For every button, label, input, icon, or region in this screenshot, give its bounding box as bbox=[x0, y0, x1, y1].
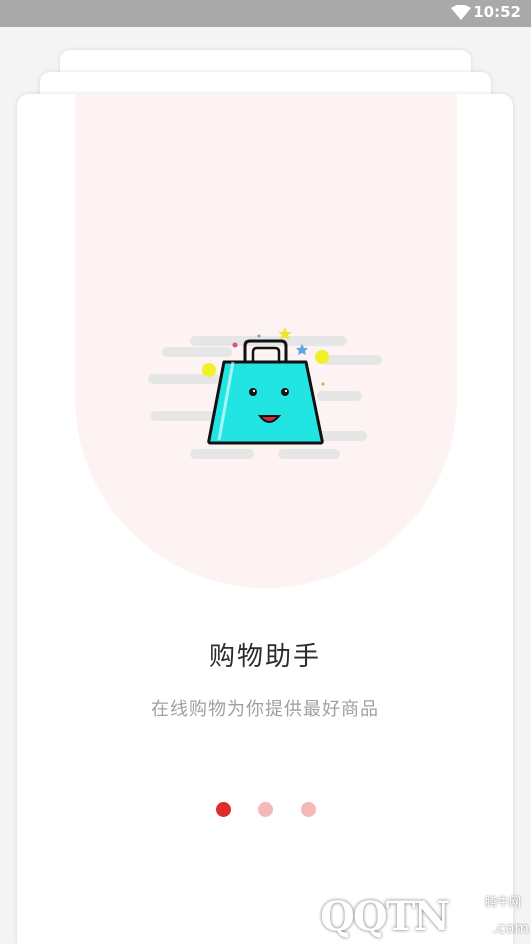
page-dot[interactable] bbox=[258, 802, 273, 817]
status-time: 10:52 bbox=[473, 3, 521, 21]
page-dot[interactable] bbox=[301, 802, 316, 817]
page-subtitle: 在线购物为你提供最好商品 bbox=[151, 699, 379, 720]
status-bar: 10:52 bbox=[0, 0, 531, 27]
onboarding-card[interactable]: 购物助手 在线购物为你提供最好商品 bbox=[17, 94, 513, 944]
watermark-com: .com bbox=[492, 919, 529, 937]
page-title: 购物助手 bbox=[208, 642, 321, 672]
watermark: 腾牛网 QQTN .com bbox=[320, 885, 531, 944]
page-dot-active[interactable] bbox=[216, 802, 231, 817]
watermark-cn: 腾牛网 bbox=[484, 895, 521, 909]
watermark-logo: QQTN bbox=[320, 893, 450, 940]
page-indicator bbox=[17, 802, 513, 818]
wifi-icon bbox=[451, 5, 471, 20]
shopping-bag-icon bbox=[148, 327, 382, 459]
